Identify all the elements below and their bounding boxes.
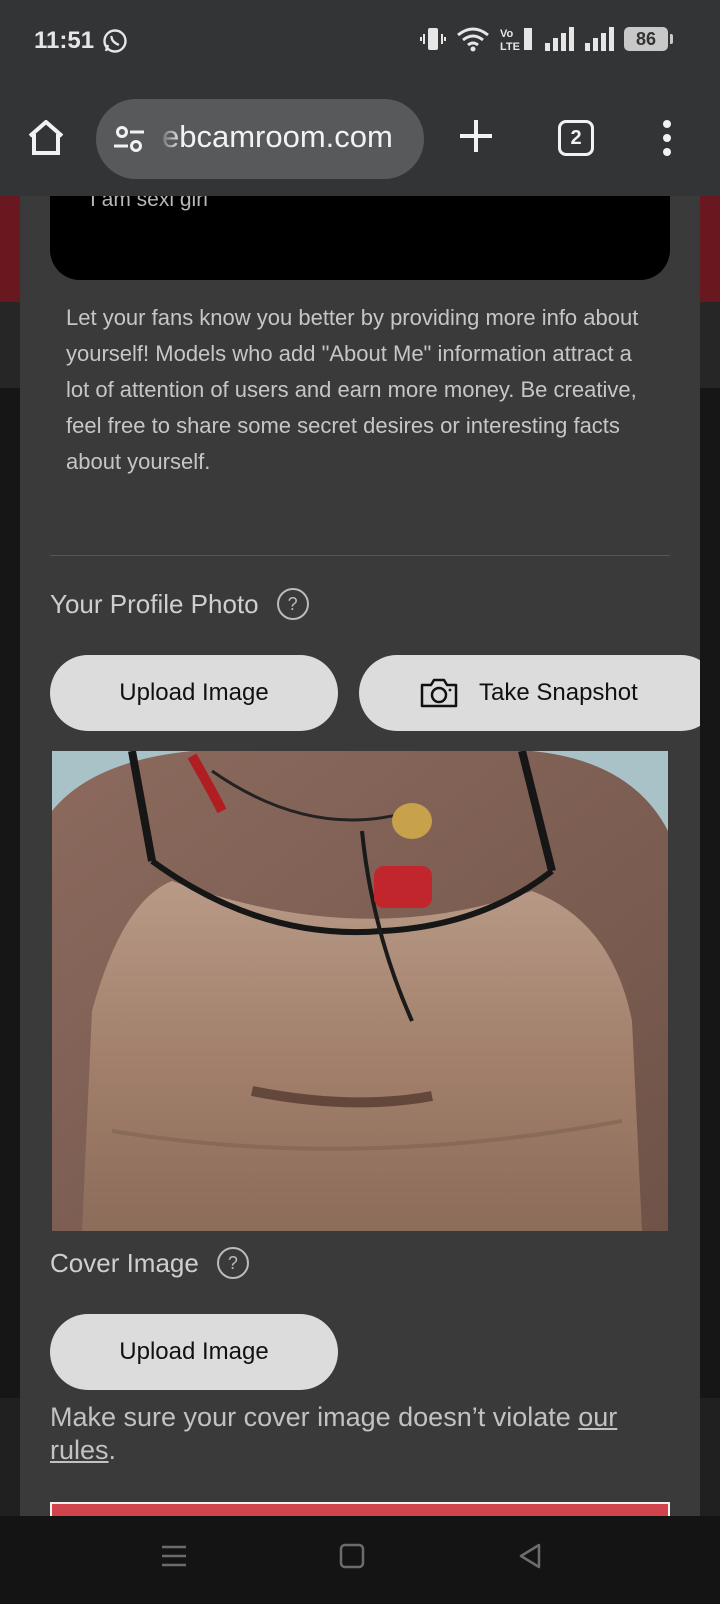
whatsapp-icon [103,29,127,53]
svg-text:Vo: Vo [500,28,514,40]
about-me-textarea[interactable]: I am sexi girl [50,196,670,280]
profile-photo-label: Your Profile Photo [50,588,259,619]
help-icon[interactable]: ? [276,588,309,620]
about-me-value[interactable]: I am sexi girl [90,196,208,212]
cover-image-title: Cover Image ? [50,1247,249,1279]
new-tab-icon[interactable] [456,116,496,156]
more-menu-icon[interactable] [660,118,674,158]
browser-toolbar: ebcamroom.com 2 [0,84,720,196]
recents-icon[interactable] [160,1542,188,1570]
profile-edit-panel: I am sexi girl Let your fans know you be… [20,196,700,1516]
wifi-icon [457,27,489,52]
upload-cover-image-label: Upload Image [119,1338,269,1365]
address-bar[interactable]: ebcamroom.com [96,99,424,179]
cover-note-text: Make sure your cover image doesn’t viola… [50,1402,579,1432]
volte-icon: Vo LTE [500,28,532,52]
back-icon[interactable] [516,1542,544,1570]
status-bar: 11:51 Vo LTE 86 [0,0,720,84]
svg-text:LTE: LTE [500,41,520,52]
section-divider [50,555,670,556]
cover-image-label: Cover Image [50,1247,199,1278]
take-snapshot-label: Take Snapshot [479,679,638,706]
upload-cover-image-button[interactable]: Upload Image [50,1314,338,1390]
about-me-hint: Let your fans know you better by providi… [66,305,639,474]
battery-icon: 86 [624,27,673,51]
url-fade [158,109,182,169]
status-time: 11:51 [34,27,95,54]
site-settings-icon[interactable] [112,124,146,154]
home-icon[interactable] [26,118,66,156]
take-snapshot-button[interactable]: Take Snapshot [359,655,700,731]
signal-icon-2 [585,27,614,51]
url-text[interactable]: ebcamroom.com [162,119,393,155]
submit-button-partial[interactable] [50,1502,670,1516]
home-nav-icon[interactable] [338,1542,366,1570]
camera-icon [420,678,458,708]
vibrate-icon [420,28,446,50]
cover-note-suffix: . [108,1435,117,1465]
upload-profile-image-button[interactable]: Upload Image [50,655,338,731]
signal-icon [545,27,574,51]
cover-image-note: Make sure your cover image doesn’t viola… [50,1401,670,1467]
upload-profile-image-label: Upload Image [119,679,269,706]
system-nav-bar [0,1516,720,1604]
help-icon[interactable]: ? [216,1247,249,1279]
profile-photo-title: Your Profile Photo ? [50,588,309,620]
profile-photo-preview [52,751,668,1231]
profile-photo-image [52,751,668,1231]
system-icons: Vo LTE 86 [420,26,673,52]
tab-switcher-button[interactable]: 2 [558,120,594,156]
